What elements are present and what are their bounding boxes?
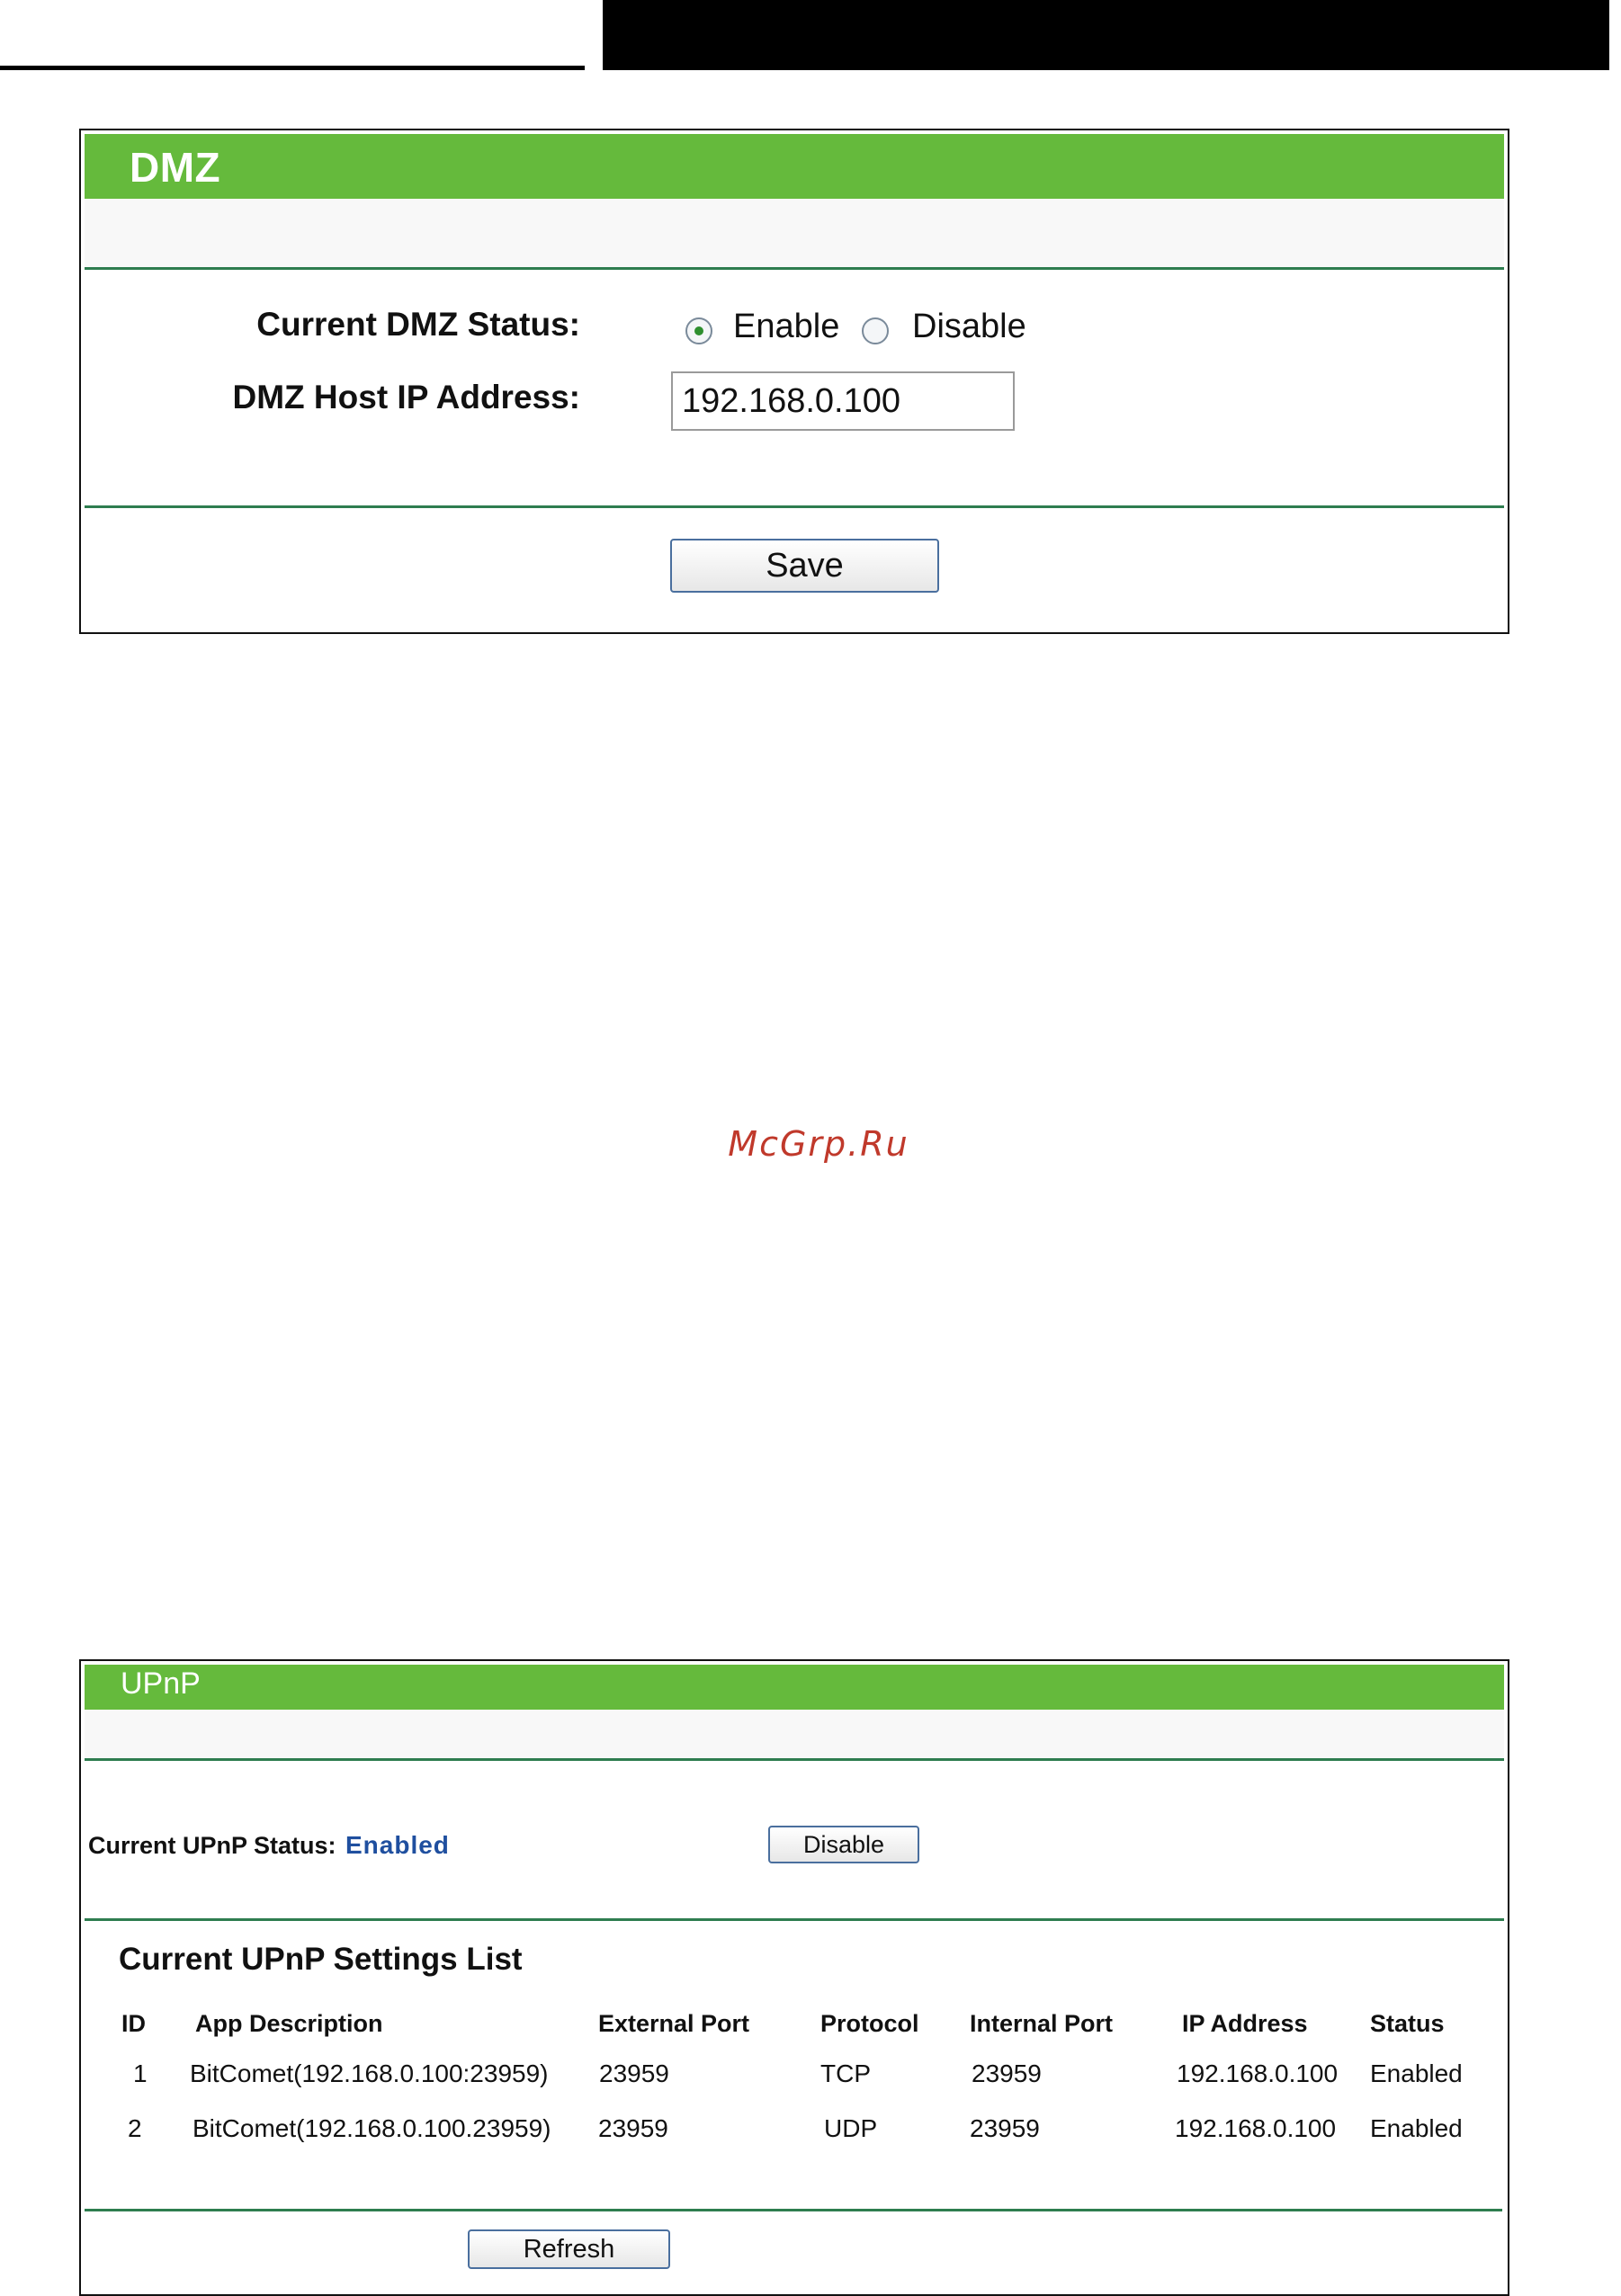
dmz-blank-band: [85, 199, 1504, 267]
cell-protocol: UDP: [824, 2114, 878, 2142]
dmz-status-label: Current DMZ Status:: [256, 306, 580, 343]
dmz-enable-radio[interactable]: [685, 317, 712, 344]
upnp-panel: UPnP Current UPnP Status: Enabled Disabl…: [79, 1659, 1509, 2296]
column-header-external-port: External Port: [598, 2010, 750, 2037]
cell-ip-address: 192.168.0.100: [1175, 2114, 1337, 2142]
column-header-internal-port: Internal Port: [970, 2010, 1114, 2037]
column-header-app-description: App Description: [195, 2010, 383, 2037]
upnp-divider-middle: [85, 1918, 1504, 1921]
column-header-protocol: Protocol: [820, 2010, 919, 2037]
header-left-rule: [0, 0, 585, 70]
dmz-enable-label[interactable]: Enable: [733, 308, 839, 346]
upnp-blank-band: [85, 1710, 1504, 1758]
dmz-disable-label[interactable]: Disable: [912, 308, 1026, 346]
upnp-divider-top: [85, 1758, 1504, 1761]
cell-status: Enabled: [1370, 2059, 1463, 2087]
cell-id: 2: [128, 2114, 142, 2142]
upnp-disable-button[interactable]: Disable: [768, 1826, 919, 1863]
cell-internal-port: 23959: [970, 2114, 1040, 2142]
dmz-divider-bottom: [85, 505, 1504, 508]
save-button[interactable]: Save: [670, 539, 939, 593]
column-header-id: ID: [121, 2010, 146, 2037]
header-black-band: [603, 0, 1621, 70]
cell-ip-address: 192.168.0.100: [1177, 2059, 1339, 2087]
cell-app-description: BitComet(192.168.0.100.23959): [193, 2114, 551, 2142]
cell-app-description: BitComet(192.168.0.100:23959): [190, 2059, 549, 2087]
column-header-status: Status: [1370, 2010, 1445, 2037]
cell-internal-port: 23959: [972, 2059, 1042, 2087]
upnp-status-label: Current UPnP Status:: [88, 1832, 336, 1859]
upnp-status-value: Enabled: [345, 1831, 450, 1859]
dmz-disable-radio[interactable]: [862, 317, 889, 344]
upnp-title-bar: UPnP: [85, 1665, 1504, 1710]
dmz-title-bar: DMZ: [85, 134, 1504, 199]
dmz-divider-top: [85, 267, 1504, 270]
column-header-ip-address: IP Address: [1182, 2010, 1308, 2037]
cell-id: 1: [133, 2059, 148, 2087]
cell-protocol: TCP: [820, 2059, 871, 2087]
watermark-text: McGrp.Ru: [728, 1124, 909, 1164]
cell-external-port: 23959: [599, 2059, 669, 2087]
dmz-panel: DMZ Current DMZ Status: Enable Disable D…: [79, 129, 1509, 634]
cell-status: Enabled: [1370, 2114, 1463, 2142]
page-header-bar: [0, 0, 1621, 70]
upnp-title: UPnP: [121, 1666, 201, 1701]
upnp-settings-list-title: Current UPnP Settings List: [119, 1942, 523, 1977]
dmz-title: DMZ: [130, 144, 221, 191]
cell-external-port: 23959: [598, 2114, 668, 2142]
dmz-host-ip-input[interactable]: [671, 371, 1015, 431]
upnp-divider-bottom: [85, 2209, 1502, 2211]
refresh-button[interactable]: Refresh: [468, 2229, 670, 2269]
dmz-host-ip-label: DMZ Host IP Address:: [232, 379, 581, 415]
header-notch: [1607, 0, 1621, 70]
